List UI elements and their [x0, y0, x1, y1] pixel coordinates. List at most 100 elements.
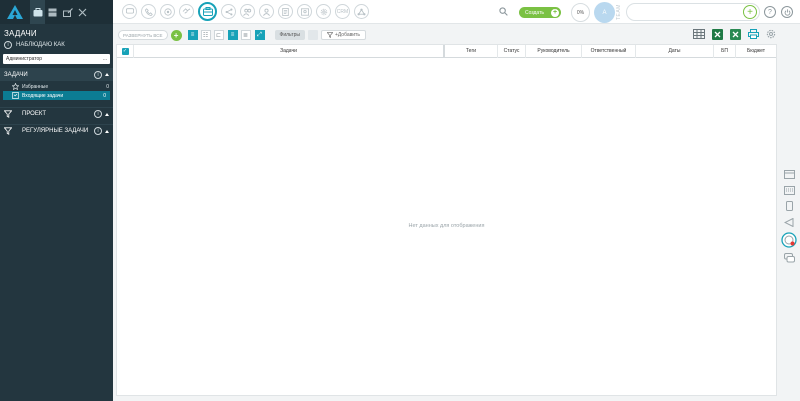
- create-button-label: Создать: [525, 9, 545, 16]
- progress-indicator[interactable]: 0%: [571, 3, 590, 22]
- info-icon[interactable]: i: [4, 41, 12, 49]
- avatar[interactable]: A: [594, 2, 615, 23]
- sidebar-item-label: Избранные: [22, 83, 49, 90]
- chat-bubbles-icon[interactable]: [783, 252, 795, 264]
- sidebar-title: ЗАДАЧИ: [4, 29, 37, 38]
- project-group-header[interactable]: ПРОЕКТ i: [0, 107, 113, 120]
- info-icon[interactable]: i: [94, 127, 102, 135]
- filters-button[interactable]: Фильтры: [274, 30, 305, 40]
- filter-icon: [326, 32, 333, 38]
- column-header-status[interactable]: Статус: [497, 44, 525, 58]
- print-icon[interactable]: [747, 28, 759, 40]
- regular-tasks-group-label: РЕГУЛЯРНЫЕ ЗАДАЧИ: [22, 128, 89, 134]
- megaphone-icon[interactable]: [783, 216, 795, 228]
- search-icon[interactable]: [499, 7, 508, 18]
- column-header-responsible[interactable]: Ответственный: [581, 44, 635, 58]
- sidebar-item-favorites[interactable]: Избранные 0: [0, 82, 113, 91]
- create-button[interactable]: Создать +: [519, 7, 561, 18]
- app-root: ЗАДАЧИ i НАБЛЮДАЮ КАК Администратор ... …: [0, 0, 800, 401]
- detail-view-icon[interactable]: ≣: [240, 30, 251, 40]
- collapse-caret-icon[interactable]: [105, 73, 109, 76]
- crm-icon[interactable]: CRM: [335, 4, 350, 19]
- tree-view-icon[interactable]: ☷: [200, 30, 211, 40]
- more-icon[interactable]: ...: [103, 56, 107, 62]
- export-tools: [693, 28, 777, 40]
- calendar-icon[interactable]: [783, 168, 795, 180]
- collapse-caret-icon[interactable]: [105, 129, 109, 133]
- sidebar-top-bar: [0, 0, 113, 24]
- mobile-icon[interactable]: [783, 200, 795, 212]
- select-all-checkbox[interactable]: ✓: [117, 45, 133, 58]
- tasks-section-header[interactable]: ЗАДАЧИ i: [0, 68, 113, 81]
- sidebar-item-incoming[interactable]: Входящие задачи 0: [3, 91, 110, 100]
- column-header-bp[interactable]: БП: [713, 44, 735, 58]
- observe-user-value: Администратор: [6, 56, 43, 62]
- expand-all-button[interactable]: РАЗВЕРНУТЬ ВСЕ: [118, 30, 168, 40]
- saved-filters-button[interactable]: [307, 30, 318, 40]
- column-header-tasks[interactable]: Задачи: [133, 44, 443, 58]
- network-icon[interactable]: [354, 4, 369, 19]
- help-icon[interactable]: ?: [764, 6, 776, 18]
- filter-icon: [4, 110, 12, 118]
- list-view-icon[interactable]: ≡: [187, 30, 198, 40]
- add-task-button[interactable]: +: [170, 29, 182, 41]
- collapse-caret-icon[interactable]: [105, 112, 109, 116]
- notifications-icon[interactable]: [781, 232, 797, 248]
- add-filter-label: +Добавить: [334, 32, 360, 38]
- regular-tasks-group-header[interactable]: РЕГУЛЯРНЫЕ ЗАДАЧИ i: [0, 124, 113, 137]
- quick-input-field[interactable]: [626, 3, 760, 21]
- phone-icon[interactable]: [141, 4, 156, 19]
- right-rail: [781, 168, 797, 268]
- top-bar: CRM Создать + 0% A TEAM + ?: [113, 0, 800, 24]
- sidebar: ЗАДАЧИ i НАБЛЮДАЮ КАК Администратор ... …: [0, 0, 113, 401]
- user-card-icon[interactable]: [297, 4, 312, 19]
- column-header-budget[interactable]: Бюджет: [735, 44, 776, 58]
- team-icon[interactable]: [259, 4, 274, 19]
- add-icon[interactable]: +: [743, 5, 757, 19]
- sidebar-item-count: 0: [103, 92, 106, 99]
- share-icon[interactable]: [221, 4, 236, 19]
- handshake-icon[interactable]: [179, 4, 194, 19]
- power-icon[interactable]: [781, 6, 793, 18]
- table-header: ✓ Задачи Теги Статус Руководитель Ответс…: [117, 44, 776, 58]
- tasks-table: ✓ Задачи Теги Статус Руководитель Ответс…: [116, 44, 777, 396]
- info-icon[interactable]: i: [94, 70, 102, 79]
- project-group-label: ПРОЕКТ: [22, 111, 47, 117]
- filter-icon: [4, 127, 12, 135]
- app-logo[interactable]: [0, 0, 30, 24]
- tasks-briefcase-icon[interactable]: [30, 0, 45, 24]
- close-icon[interactable]: [75, 0, 90, 24]
- subtask-view-icon[interactable]: ⊏: [213, 30, 224, 40]
- check-icon: ✓: [121, 47, 129, 55]
- team-label: TEAM: [616, 4, 622, 20]
- column-header-manager[interactable]: Руководитель: [525, 44, 581, 58]
- add-filter-button[interactable]: +Добавить: [320, 30, 366, 40]
- tasks-module-icon[interactable]: [198, 2, 217, 21]
- table-icon[interactable]: [693, 28, 705, 40]
- sidebar-item-count: 0: [106, 83, 109, 90]
- excel-export-icon[interactable]: [729, 28, 741, 40]
- excel-icon[interactable]: [711, 28, 723, 40]
- plus-icon: +: [551, 8, 559, 17]
- chat-icon[interactable]: [122, 4, 137, 19]
- column-header-tags[interactable]: Теги: [443, 44, 497, 58]
- archive-icon[interactable]: [45, 0, 60, 24]
- sidebar-item-label: Входящие задачи: [22, 92, 64, 99]
- edit-icon[interactable]: [60, 0, 75, 24]
- keyboard-icon[interactable]: [783, 184, 795, 196]
- tasks-toolbar: РАЗВЕРНУТЬ ВСЕ + ≡ ☷ ⊏ ≡ ≣ ⤢ Фильтры +До…: [113, 27, 777, 43]
- info-icon[interactable]: i: [94, 110, 102, 118]
- expand-view-icon[interactable]: ⤢: [254, 30, 265, 40]
- document-icon[interactable]: [278, 4, 293, 19]
- observe-user-select[interactable]: Администратор ...: [3, 54, 110, 64]
- column-header-dates[interactable]: Даты: [635, 44, 713, 58]
- people-icon[interactable]: [240, 4, 255, 19]
- gear-icon[interactable]: [765, 28, 777, 40]
- compact-view-icon[interactable]: ≡: [227, 30, 238, 40]
- observe-as-label: НАБЛЮДАЮ КАК: [16, 42, 65, 48]
- observe-as-row: i НАБЛЮДАЮ КАК: [0, 40, 113, 50]
- star-icon: [12, 83, 19, 90]
- target-icon[interactable]: [160, 4, 175, 19]
- settings-cog-icon[interactable]: [316, 4, 331, 19]
- tasks-section-label: ЗАДАЧИ: [4, 71, 28, 78]
